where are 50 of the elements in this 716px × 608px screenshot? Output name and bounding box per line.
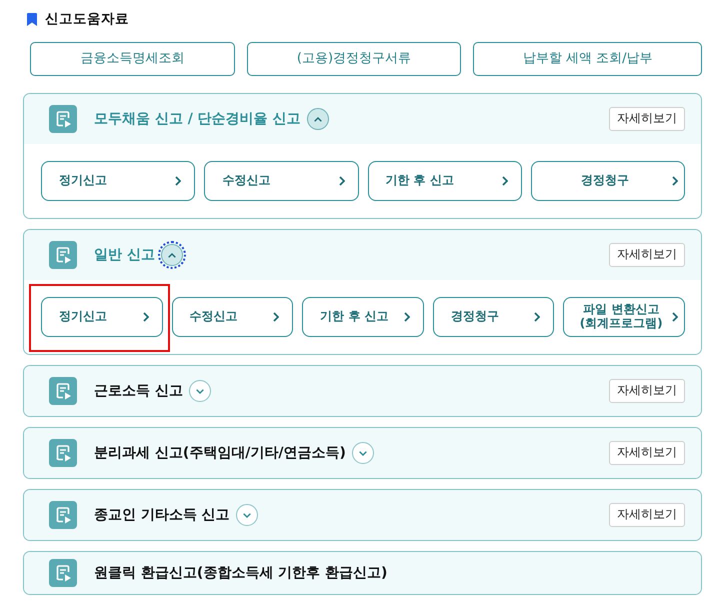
chevron-down-icon: [358, 450, 367, 456]
chevron-down-icon: [196, 388, 204, 394]
document-icon: [49, 241, 77, 269]
section-heading: 신고도움자료: [45, 12, 129, 28]
filing-button[interactable]: 정기신고: [41, 161, 196, 201]
bookmark-icon: [27, 13, 37, 26]
toggle-button[interactable]: [306, 108, 329, 130]
panel-title: 근로소득 신고: [94, 382, 183, 400]
details-button[interactable]: 자세히보기: [609, 441, 685, 465]
filing-button[interactable]: 경정청구: [432, 297, 554, 337]
details-button[interactable]: 자세히보기: [609, 243, 685, 267]
panel-title: 종교인 기타소득 신고: [94, 506, 230, 524]
chevron-right-icon: [534, 312, 540, 322]
document-icon: [49, 501, 77, 529]
details-button[interactable]: 자세히보기: [609, 379, 685, 403]
link-button[interactable]: (고용)경정청구서류: [246, 42, 462, 76]
panel-title: 분리과세 신고(주택임대/기타/연금소득): [94, 444, 346, 462]
link-button[interactable]: 금융소득명세조회: [30, 42, 235, 76]
chevron-right-icon: [273, 312, 280, 322]
details-button[interactable]: 자세히보기: [609, 107, 685, 131]
chevron-right-icon: [175, 176, 182, 186]
panel-title: 원클릭 환급신고(종합소득세 기한후 환급신고): [94, 564, 388, 582]
chevron-up-icon: [314, 116, 322, 122]
chevron-right-icon: [404, 312, 410, 322]
chevron-right-icon: [672, 312, 678, 322]
panel-title: 모두채움 신고 / 단순경비율 신고: [94, 110, 301, 128]
toggle-button[interactable]: [188, 380, 211, 402]
chevron-down-icon: [242, 512, 251, 518]
details-button[interactable]: 자세히보기: [609, 503, 685, 527]
panel-title: 일반 신고: [94, 246, 155, 264]
filing-button[interactable]: 수정신고: [172, 297, 294, 337]
filing-button[interactable]: 파일 변환신고 (회계프로그램): [563, 297, 685, 337]
filing-button[interactable]: 정기신고: [41, 297, 163, 337]
filing-button[interactable]: 수정신고: [204, 161, 358, 201]
filing-button[interactable]: 기한 후 신고: [368, 161, 522, 201]
chevron-right-icon: [502, 176, 508, 186]
toggle-button[interactable]: [352, 442, 374, 464]
chevron-right-icon: [672, 176, 678, 186]
filing-button[interactable]: 경정청구: [530, 161, 685, 201]
document-icon: [49, 439, 77, 467]
toggle-button[interactable]: [236, 504, 258, 526]
document-icon: [49, 377, 77, 405]
filing-button[interactable]: 기한 후 신고: [302, 297, 424, 337]
document-icon: [49, 559, 77, 587]
document-icon: [49, 105, 77, 133]
link-button[interactable]: 납부할 세액 조회/납부: [473, 42, 702, 76]
chevron-right-icon: [142, 312, 149, 322]
chevron-right-icon: [338, 176, 344, 186]
chevron-up-icon: [168, 252, 176, 258]
toggle-button[interactable]: [160, 244, 183, 266]
